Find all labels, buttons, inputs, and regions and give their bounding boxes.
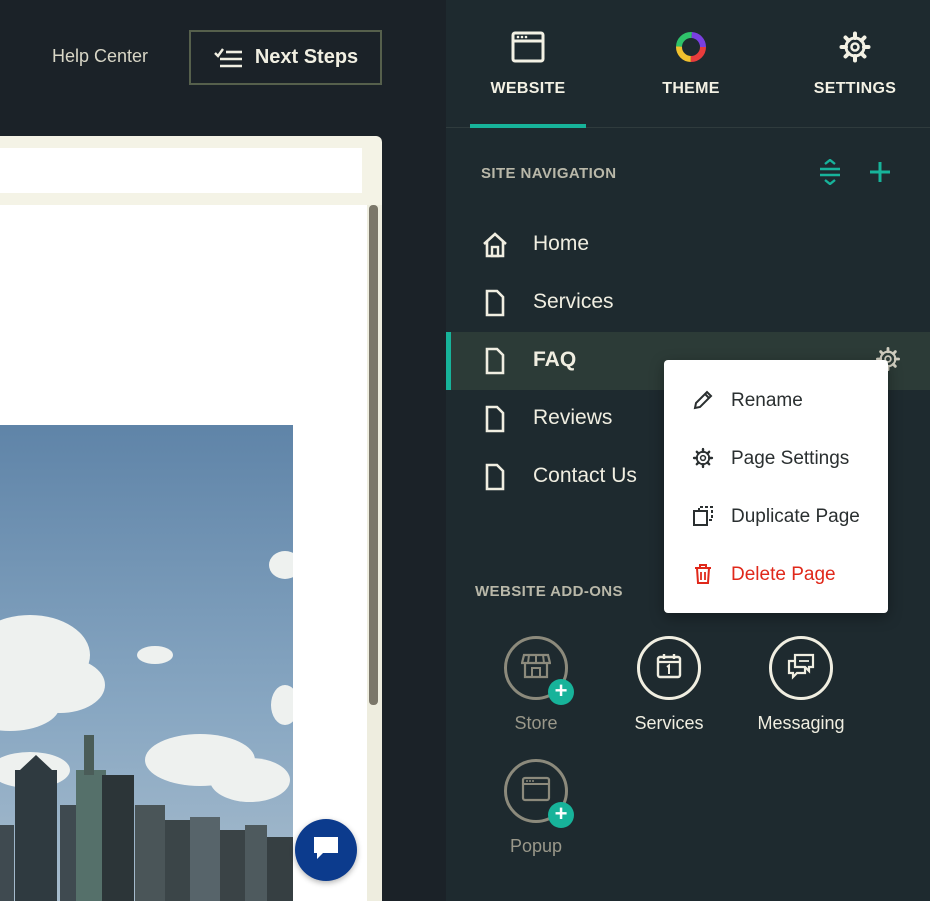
trash-icon (692, 563, 714, 585)
addon-label: Popup (509, 836, 563, 856)
tab-settings-label: SETTINGS (813, 80, 897, 97)
addon-store-circle: + (504, 636, 574, 705)
addon-popup[interactable]: + Popup (471, 759, 601, 857)
color-wheel-icon (621, 28, 761, 66)
nav-item-label: Home (533, 232, 590, 255)
reorder-pages-button[interactable] (816, 157, 844, 190)
preview-scrollbar[interactable] (369, 205, 378, 705)
duplicate-page-menu-item[interactable]: Duplicate Page (664, 491, 888, 541)
calendar-icon (655, 652, 683, 685)
menu-item-label: Delete Page (731, 564, 836, 585)
chat-bubbles-icon (786, 652, 816, 685)
addon-services-circle (637, 636, 701, 700)
tab-website[interactable]: WEBSITE (458, 28, 598, 98)
chat-button[interactable] (295, 819, 357, 881)
site-navigation-title: SITE NAVIGATION (481, 165, 617, 182)
addon-label: Store (514, 713, 558, 733)
website-addons-title: WEBSITE ADD-ONS (475, 583, 623, 600)
hero-image[interactable] (0, 425, 293, 901)
browser-window-icon (458, 28, 598, 66)
page-icon (482, 289, 508, 317)
addon-label: Services (634, 713, 704, 733)
page-settings-menu-item[interactable]: Page Settings (664, 433, 888, 483)
preview-url-bar (0, 148, 362, 193)
add-store-plus-icon[interactable]: + (548, 679, 574, 705)
add-page-button[interactable] (866, 160, 894, 188)
help-center-link[interactable]: Help Center (52, 46, 148, 67)
active-tab-indicator (470, 124, 586, 128)
duplicate-icon (692, 505, 714, 527)
page-icon (482, 463, 508, 491)
checklist-icon (213, 46, 243, 70)
nav-item-label: Services (533, 290, 614, 313)
reorder-icon (819, 157, 841, 190)
gear-icon (785, 28, 925, 66)
nav-item-services[interactable]: Services (446, 274, 930, 332)
addon-services[interactable]: Services (604, 636, 734, 734)
gear-icon (692, 447, 714, 469)
tab-settings[interactable]: SETTINGS (785, 28, 925, 98)
rename-menu-item[interactable]: Rename (664, 375, 888, 425)
home-icon (482, 231, 508, 259)
addon-messaging[interactable]: Messaging (736, 636, 866, 734)
tab-theme-label: THEME (662, 80, 720, 97)
delete-page-menu-item[interactable]: Delete Page (664, 549, 888, 599)
addon-store[interactable]: + Store (471, 636, 601, 734)
nav-item-home[interactable]: Home (446, 216, 930, 274)
pencil-icon (692, 389, 714, 411)
page-icon (482, 405, 508, 433)
nav-item-label: Contact Us (533, 464, 637, 487)
popup-window-icon (521, 776, 551, 807)
tab-website-label: WEBSITE (490, 80, 566, 97)
tab-theme[interactable]: THEME (621, 28, 761, 98)
store-icon (520, 652, 552, 685)
addon-messaging-circle (769, 636, 833, 700)
chat-bubble-icon (311, 834, 341, 867)
nav-item-label: FAQ (533, 348, 577, 371)
plus-icon (869, 161, 891, 188)
menu-item-label: Page Settings (731, 448, 850, 469)
menu-item-label: Rename (731, 390, 803, 411)
next-steps-label: Next Steps (254, 46, 359, 68)
addon-label: Messaging (757, 713, 845, 733)
nav-item-label: Reviews (533, 406, 613, 429)
next-steps-button[interactable]: Next Steps (189, 30, 382, 85)
menu-item-label: Duplicate Page (731, 506, 860, 527)
page-icon (482, 347, 508, 375)
page-context-menu: Rename Page Settings Duplicate Page Dele… (664, 360, 888, 613)
add-popup-plus-icon[interactable]: + (548, 802, 574, 828)
addon-popup-circle: + (504, 759, 574, 828)
